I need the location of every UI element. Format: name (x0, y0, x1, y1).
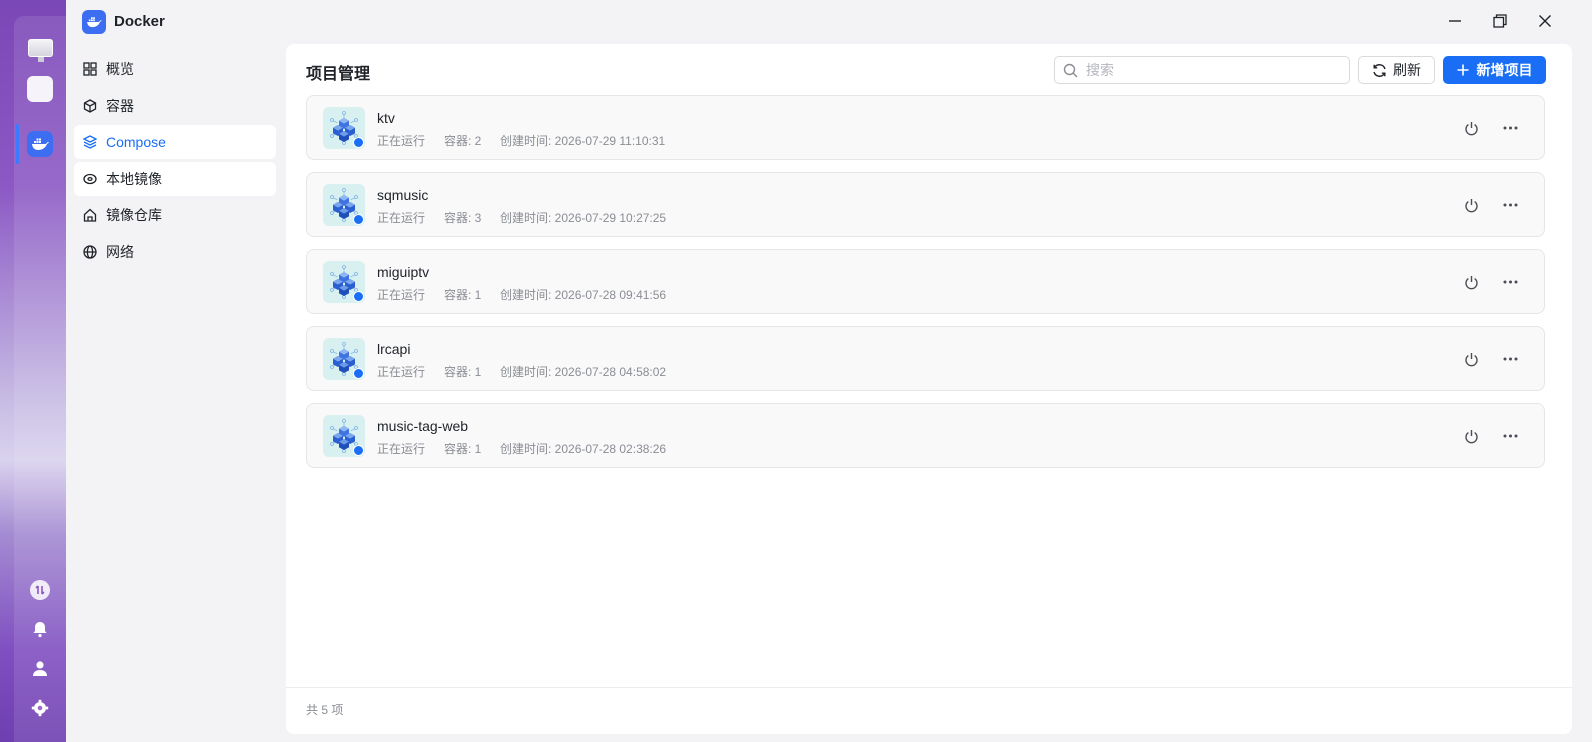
bell-icon[interactable] (30, 619, 50, 639)
project-name: ktv (377, 110, 395, 126)
globe-icon (82, 244, 98, 260)
close-icon[interactable] (1534, 10, 1556, 32)
running-status-dot (353, 137, 364, 148)
sidebar-item-containers[interactable]: 容器 (74, 89, 276, 123)
app-title: Docker (114, 13, 165, 30)
project-created-time: 创建时间: 2026-07-28 09:41:56 (500, 288, 667, 302)
power-icon[interactable] (1460, 348, 1482, 370)
more-options-icon[interactable] (1499, 425, 1521, 447)
project-created-time: 创建时间: 2026-07-28 04:58:02 (500, 365, 667, 379)
overview-grid-icon (82, 61, 98, 77)
project-container-count: 容器: 3 (444, 211, 482, 225)
cube-icon (82, 98, 98, 114)
maximize-icon[interactable] (1489, 10, 1511, 32)
title-bar: Docker (66, 0, 1592, 42)
sidebar: 概览 容器 Compose 本地镜像 镜像仓库 网络 (74, 52, 276, 272)
minimize-icon[interactable] (1444, 10, 1466, 32)
sidebar-item-network[interactable]: 网络 (74, 235, 276, 269)
add-project-label: 新增项目 (1476, 62, 1533, 78)
project-card[interactable]: ktv 正在运行 容器: 2 创建时间: 2026-07-29 11:10:31 (306, 95, 1545, 160)
project-created-time: 创建时间: 2026-07-29 11:10:31 (500, 134, 666, 148)
system-dock (0, 0, 66, 742)
more-options-icon[interactable] (1499, 194, 1521, 216)
project-container-count: 容器: 1 (444, 365, 482, 379)
docker-logo-icon (82, 10, 106, 34)
project-name: miguiptv (377, 264, 430, 280)
project-created-time: 创建时间: 2026-07-28 02:38:26 (500, 442, 667, 456)
sidebar-item-overview[interactable]: 概览 (74, 52, 276, 86)
project-created-time: 创建时间: 2026-07-29 10:27:25 (500, 211, 667, 225)
power-icon[interactable] (1460, 425, 1482, 447)
sidebar-item-label: 容器 (106, 97, 134, 114)
more-options-icon[interactable] (1499, 271, 1521, 293)
search-icon (1063, 63, 1078, 77)
project-card[interactable]: sqmusic 正在运行 容器: 3 创建时间: 2026-07-29 10:2… (306, 172, 1545, 237)
running-status-dot (353, 214, 364, 225)
sidebar-item-label: 概览 (106, 61, 134, 77)
refresh-label: 刷新 (1393, 62, 1421, 78)
project-status: 正在运行 (377, 442, 426, 456)
project-name: lrcapi (377, 341, 411, 357)
project-container-count: 容器: 1 (444, 288, 482, 302)
plus-icon (1457, 64, 1469, 76)
main-panel: 项目管理 刷新 新增项目 (286, 44, 1572, 734)
docker-icon[interactable] (27, 131, 53, 157)
more-options-icon[interactable] (1499, 348, 1521, 370)
dock-active-indicator (16, 124, 19, 164)
sidebar-item-registry[interactable]: 镜像仓库 (74, 198, 276, 232)
project-card[interactable]: music-tag-web 正在运行 容器: 1 创建时间: 2026-07-2… (306, 403, 1545, 468)
page-title: 项目管理 (306, 66, 371, 83)
project-status: 正在运行 (377, 134, 426, 148)
project-name: music-tag-web (377, 418, 469, 434)
power-icon[interactable] (1460, 271, 1482, 293)
project-status: 正在运行 (377, 288, 426, 302)
transfer-icon[interactable] (30, 580, 50, 600)
power-icon[interactable] (1460, 194, 1482, 216)
project-card[interactable]: miguiptv 正在运行 容器: 1 创建时间: 2026-07-28 09:… (306, 249, 1545, 314)
user-icon[interactable] (30, 658, 50, 678)
more-options-icon[interactable] (1499, 117, 1521, 139)
search-input[interactable] (1086, 62, 1336, 78)
app-grid-icon[interactable] (27, 76, 53, 102)
item-count: 共 5 项 (306, 703, 344, 717)
sidebar-item-label: 本地镜像 (106, 170, 162, 187)
project-card[interactable]: lrcapi 正在运行 容器: 1 创建时间: 2026-07-28 04:58… (306, 326, 1545, 391)
disk-icon (82, 171, 98, 187)
gear-icon[interactable] (30, 698, 50, 718)
layers-icon (82, 134, 98, 150)
docker-window: Docker 概览 容器 Compose 本地镜像 镜像仓库 网络 项目管理 搜… (66, 0, 1592, 742)
sidebar-item-label: Compose (106, 134, 166, 151)
running-status-dot (353, 291, 364, 302)
footer-divider (286, 687, 1572, 688)
project-container-count: 容器: 2 (444, 134, 482, 148)
refresh-icon (1372, 63, 1387, 78)
add-project-button[interactable]: 新增项目 (1443, 56, 1546, 84)
running-status-dot (353, 445, 364, 456)
monitor-icon[interactable] (27, 35, 53, 62)
sidebar-item-local-images[interactable]: 本地镜像 (74, 161, 276, 196)
refresh-button[interactable]: 刷新 (1358, 56, 1435, 84)
project-status: 正在运行 (377, 365, 426, 379)
home-icon (82, 207, 98, 223)
power-icon[interactable] (1460, 117, 1482, 139)
project-status: 正在运行 (377, 211, 426, 225)
project-container-count: 容器: 1 (444, 442, 482, 456)
sidebar-item-label: 镜像仓库 (106, 207, 162, 224)
project-name: sqmusic (377, 187, 429, 203)
running-status-dot (353, 368, 364, 379)
sidebar-item-label: 网络 (106, 243, 134, 260)
search-box[interactable] (1054, 56, 1350, 84)
sidebar-item-compose[interactable]: Compose (74, 125, 276, 160)
